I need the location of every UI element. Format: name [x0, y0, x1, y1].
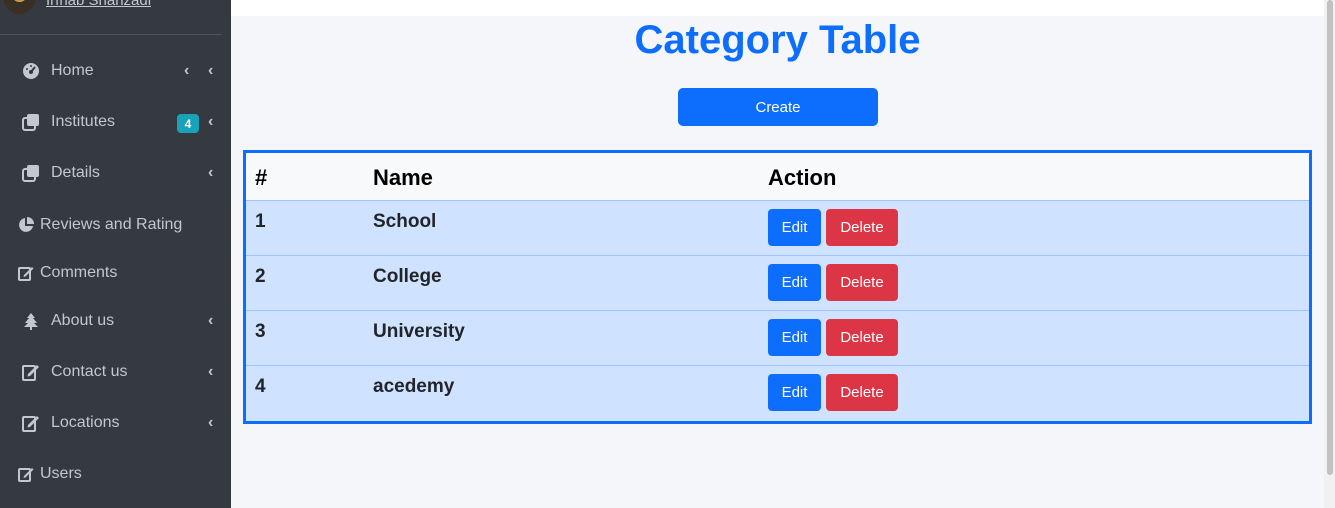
- page-title: Category Table: [634, 18, 921, 62]
- delete-button[interactable]: Delete: [826, 374, 898, 411]
- row-id: 1: [255, 211, 266, 232]
- sidebar-item-details[interactable]: Details ‹: [0, 153, 231, 193]
- chevron-left-icon: ‹: [208, 113, 214, 130]
- row-name: University: [373, 321, 465, 342]
- sidebar-item-label: About us: [51, 312, 115, 329]
- chevron-left-icon: ‹: [208, 414, 214, 431]
- table-row: 1 School Edit Delete: [246, 201, 1309, 256]
- column-header-number: #: [255, 165, 268, 190]
- edit-icon: [22, 363, 40, 381]
- table-header: # Name Action: [246, 153, 1309, 201]
- sidebar-item-locations[interactable]: Locations ‹: [0, 403, 231, 443]
- chevron-left-icon: ‹: [208, 312, 214, 329]
- row-id: 3: [255, 321, 266, 342]
- avatar[interactable]: [3, 0, 36, 14]
- scrollbar-thumb[interactable]: [1327, 0, 1333, 475]
- delete-button[interactable]: Delete: [826, 264, 898, 301]
- sidebar-item-label: Contact us: [51, 363, 128, 380]
- sidebar-item-institutes[interactable]: Institutes 4 ‹: [0, 102, 231, 142]
- edit-icon: [17, 465, 35, 483]
- create-button[interactable]: Create: [678, 88, 878, 126]
- user-name-link[interactable]: Irfhab Shahzadi: [46, 0, 151, 9]
- sidebar-item-about[interactable]: About us ‹: [0, 301, 231, 341]
- sidebar-item-home[interactable]: Home ‹ ‹: [0, 51, 231, 91]
- dashboard-icon: [22, 62, 40, 80]
- copy-icon: [22, 164, 40, 182]
- row-name: acedemy: [373, 376, 455, 397]
- sidebar-item-label: Comments: [40, 264, 118, 281]
- row-id: 2: [255, 266, 266, 287]
- sidebar-item-label: Details: [51, 164, 100, 181]
- edit-button[interactable]: Edit: [768, 264, 821, 301]
- edit-button[interactable]: Edit: [768, 374, 821, 411]
- sidebar-item-label: Institutes: [51, 113, 116, 130]
- user-panel: Irfhab Shahzadi: [0, 0, 222, 35]
- column-header-name: Name: [373, 165, 433, 190]
- top-navbar: [231, 0, 1324, 16]
- page-scrollbar[interactable]: [1324, 0, 1335, 508]
- delete-button[interactable]: Delete: [826, 319, 898, 356]
- row-name: College: [373, 266, 442, 287]
- tree-icon: [22, 312, 40, 330]
- chevron-left-icon: ‹: [184, 62, 190, 79]
- delete-button[interactable]: Delete: [826, 209, 898, 246]
- sidebar-item-contact[interactable]: Contact us ‹: [0, 352, 231, 392]
- sidebar-item-label: Reviews and Rating: [40, 216, 183, 233]
- chevron-left-icon: ‹: [208, 62, 214, 79]
- count-badge: 4: [177, 114, 199, 133]
- copy-icon: [22, 113, 40, 131]
- sidebar-item-label: Locations: [51, 414, 120, 431]
- chevron-left-icon: ‹: [208, 363, 214, 380]
- edit-icon: [17, 264, 35, 282]
- category-table: # Name Action 1 School Edit Delete 2 Col…: [243, 150, 1312, 424]
- pie-chart-icon: [17, 216, 35, 234]
- edit-button[interactable]: Edit: [768, 319, 821, 356]
- edit-button[interactable]: Edit: [768, 209, 821, 246]
- row-name: School: [373, 211, 437, 232]
- sidebar: Irfhab Shahzadi Home ‹ ‹ Institutes 4 ‹ …: [0, 0, 231, 508]
- sidebar-item-label: Users: [40, 465, 82, 482]
- chevron-left-icon: ‹: [208, 164, 214, 181]
- sidebar-item-comments[interactable]: Comments: [0, 253, 231, 293]
- sidebar-item-label: Home: [51, 62, 94, 79]
- sidebar-item-reviews[interactable]: Reviews and Rating: [0, 205, 231, 245]
- table-row: 3 University Edit Delete: [246, 311, 1309, 366]
- edit-icon: [22, 414, 40, 432]
- table-row: 2 College Edit Delete: [246, 256, 1309, 311]
- column-header-action: Action: [768, 165, 837, 190]
- row-id: 4: [255, 376, 266, 397]
- table-row: 4 acedemy Edit Delete: [246, 366, 1309, 421]
- sidebar-item-users[interactable]: Users: [0, 454, 231, 494]
